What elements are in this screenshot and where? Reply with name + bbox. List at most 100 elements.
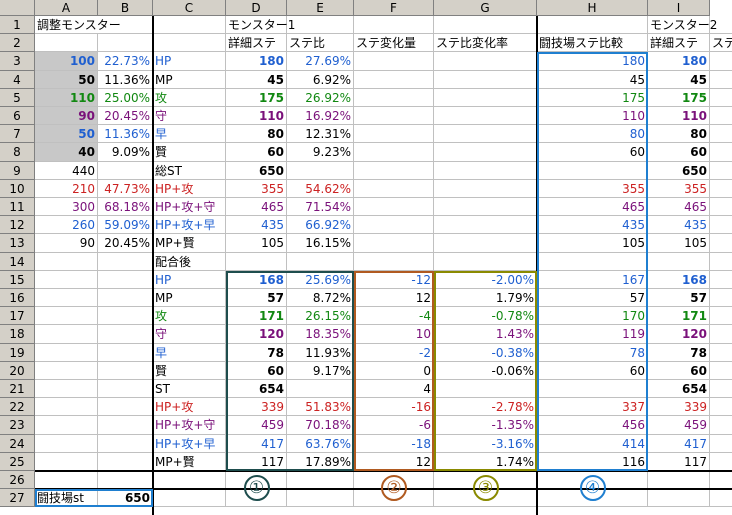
grid-cell[interactable] — [354, 107, 434, 126]
grid-cell[interactable] — [434, 179, 537, 198]
grid-cell[interactable] — [434, 70, 537, 89]
grid-cell[interactable] — [354, 125, 434, 144]
row-header[interactable]: 1 — [0, 16, 35, 35]
grid-cell[interactable] — [537, 16, 648, 35]
grid-cell[interactable] — [710, 289, 732, 308]
grid-cell[interactable] — [648, 489, 710, 508]
grid-cell[interactable] — [153, 16, 226, 35]
grid-cell[interactable] — [35, 434, 98, 453]
column-header[interactable]: H — [537, 0, 648, 16]
grid-cell[interactable] — [98, 270, 153, 289]
grid-cell[interactable] — [710, 52, 732, 71]
grid-cell[interactable] — [35, 416, 98, 435]
grid-cell[interactable] — [354, 70, 434, 89]
grid-cell[interactable] — [35, 452, 98, 471]
grid-cell[interactable] — [710, 234, 732, 253]
grid-cell[interactable] — [98, 398, 153, 417]
grid-cell[interactable] — [35, 307, 98, 326]
grid-cell[interactable] — [434, 161, 537, 180]
grid-cell[interactable] — [98, 307, 153, 326]
column-header[interactable]: D — [226, 0, 287, 16]
grid-cell[interactable] — [434, 143, 537, 162]
row-header[interactable]: 20 — [0, 361, 35, 380]
row-header[interactable]: 21 — [0, 380, 35, 399]
select-all-corner[interactable] — [0, 0, 35, 16]
grid-cell[interactable] — [98, 325, 153, 344]
grid-cell[interactable] — [98, 416, 153, 435]
row-header[interactable]: 9 — [0, 161, 35, 180]
column-header[interactable]: G — [434, 0, 537, 16]
grid-cell[interactable] — [710, 344, 732, 362]
grid-cell[interactable] — [226, 252, 287, 271]
grid-cell[interactable] — [434, 234, 537, 253]
grid-cell[interactable] — [287, 471, 354, 490]
row-header[interactable]: 11 — [0, 198, 35, 217]
grid-cell[interactable] — [434, 88, 537, 107]
grid-cell[interactable] — [710, 143, 732, 162]
grid-cell[interactable] — [35, 252, 98, 271]
column-header[interactable]: E — [287, 0, 354, 16]
grid-cell[interactable] — [98, 252, 153, 271]
grid-cell[interactable] — [710, 198, 732, 217]
grid-cell[interactable] — [434, 107, 537, 126]
grid-cell[interactable] — [710, 107, 732, 126]
grid-cell[interactable] — [710, 162, 732, 180]
grid-cell[interactable] — [710, 180, 732, 198]
grid-cell[interactable] — [153, 471, 226, 490]
grid-cell[interactable] — [354, 252, 434, 271]
grid-cell[interactable] — [98, 380, 153, 399]
grid-cell[interactable] — [354, 88, 434, 107]
grid-cell[interactable] — [35, 380, 98, 399]
grid-cell[interactable] — [537, 161, 648, 180]
grid-cell[interactable] — [710, 89, 732, 107]
grid-cell[interactable] — [648, 252, 710, 271]
grid-cell[interactable] — [354, 143, 434, 162]
grid-cell[interactable] — [35, 325, 98, 344]
row-header[interactable]: 16 — [0, 289, 35, 308]
column-header[interactable]: A — [35, 0, 98, 16]
column-header[interactable]: F — [354, 0, 434, 16]
row-header[interactable]: 6 — [0, 107, 35, 126]
grid-cell[interactable] — [710, 416, 732, 435]
grid-cell[interactable] — [710, 471, 732, 490]
grid-cell[interactable] — [98, 452, 153, 471]
row-header[interactable]: 3 — [0, 52, 35, 71]
row-header[interactable]: 2 — [0, 34, 35, 53]
row-header[interactable]: 10 — [0, 179, 35, 198]
grid-cell[interactable] — [710, 398, 732, 417]
grid-cell[interactable] — [434, 52, 537, 71]
grid-cell[interactable] — [98, 34, 153, 53]
grid-cell[interactable] — [710, 362, 732, 380]
row-header[interactable]: 7 — [0, 125, 35, 144]
grid-cell[interactable] — [710, 489, 732, 508]
grid-cell[interactable] — [287, 380, 354, 399]
row-header[interactable]: 26 — [0, 471, 35, 490]
grid-cell[interactable] — [710, 253, 732, 271]
grid-cell[interactable] — [710, 453, 732, 471]
grid-cell[interactable] — [710, 216, 732, 235]
row-header[interactable]: 13 — [0, 234, 35, 253]
row-header[interactable]: 12 — [0, 216, 35, 235]
grid-cell[interactable] — [354, 234, 434, 253]
grid-cell[interactable] — [35, 270, 98, 289]
row-header[interactable]: 24 — [0, 434, 35, 453]
grid-cell[interactable] — [35, 398, 98, 417]
grid-cell[interactable] — [354, 52, 434, 71]
grid-cell[interactable] — [710, 71, 732, 89]
row-header[interactable]: 18 — [0, 325, 35, 344]
grid-cell[interactable] — [710, 435, 732, 453]
grid-cell[interactable] — [434, 252, 537, 271]
grid-cell[interactable] — [354, 161, 434, 180]
grid-cell[interactable] — [710, 325, 732, 344]
grid-cell[interactable] — [35, 471, 98, 490]
grid-cell[interactable] — [287, 252, 354, 271]
grid-cell[interactable] — [35, 289, 98, 308]
grid-cell[interactable] — [35, 343, 98, 362]
grid-cell[interactable] — [354, 198, 434, 217]
row-header[interactable]: 14 — [0, 252, 35, 271]
column-header[interactable]: C — [153, 0, 226, 16]
row-header[interactable]: 8 — [0, 143, 35, 162]
row-header[interactable]: 22 — [0, 398, 35, 417]
grid-cell[interactable] — [98, 471, 153, 490]
row-header[interactable]: 4 — [0, 70, 35, 89]
